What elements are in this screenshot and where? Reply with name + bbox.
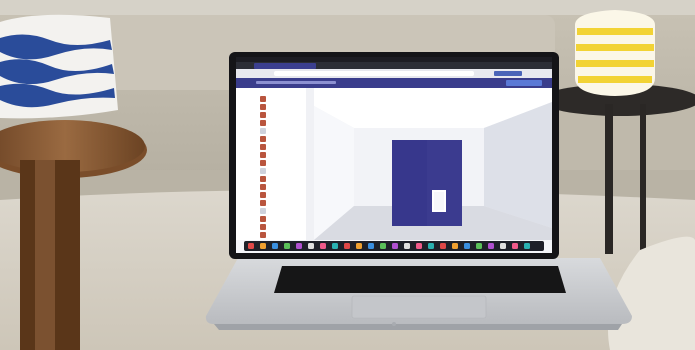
item-thumbnail-icon <box>260 128 266 134</box>
item-thumbnail-icon <box>260 112 266 118</box>
sidebar-item[interactable] <box>240 144 302 150</box>
dock-app-icon[interactable] <box>512 243 518 249</box>
sidebar-item[interactable] <box>240 120 302 126</box>
laptop-base <box>205 258 632 330</box>
dock-app-icon[interactable] <box>488 243 494 249</box>
dock-app-icon[interactable] <box>344 243 350 249</box>
dock-app-icon[interactable] <box>524 243 530 249</box>
dock-app-icon[interactable] <box>356 243 362 249</box>
item-thumbnail-icon <box>260 168 266 174</box>
dock-app-icon[interactable] <box>476 243 482 249</box>
keyboard <box>274 266 566 293</box>
3d-room-viewport[interactable] <box>314 88 552 240</box>
sidebar-item[interactable] <box>240 112 302 118</box>
sidebar-item[interactable] <box>240 160 302 166</box>
item-thumbnail-icon <box>260 232 266 238</box>
dock-app-icon[interactable] <box>308 243 314 249</box>
sidebar-item[interactable] <box>240 96 302 102</box>
sidebar-item[interactable] <box>240 152 302 158</box>
app-header <box>236 78 552 88</box>
dock-app-icon[interactable] <box>320 243 326 249</box>
dock-app-icon[interactable] <box>380 243 386 249</box>
sidebar-item[interactable] <box>240 216 302 222</box>
sidebar-item[interactable] <box>240 184 302 190</box>
dock <box>244 241 544 251</box>
dock-app-icon[interactable] <box>500 243 506 249</box>
laptop-screen <box>236 57 552 253</box>
dock-app-icon[interactable] <box>332 243 338 249</box>
item-thumbnail-icon <box>260 184 266 190</box>
item-thumbnail-icon <box>260 96 266 102</box>
item-thumbnail-icon <box>260 176 266 182</box>
app-breadcrumb <box>256 81 336 84</box>
dock-app-icon[interactable] <box>248 243 254 249</box>
item-thumbnail-icon <box>260 192 266 198</box>
dock-app-icon[interactable] <box>272 243 278 249</box>
sidebar-item[interactable] <box>240 192 302 198</box>
photo-scene <box>0 0 695 350</box>
item-thumbnail-icon <box>260 152 266 158</box>
apple-logo-icon <box>392 322 396 326</box>
sidebar-item[interactable] <box>240 176 302 182</box>
sidebar-item[interactable] <box>240 208 302 214</box>
toolbar-button[interactable] <box>494 71 522 76</box>
dock-app-icon[interactable] <box>428 243 434 249</box>
dock-app-icon[interactable] <box>284 243 290 249</box>
item-sidebar <box>236 88 307 240</box>
browser-tab-bar <box>236 62 552 69</box>
tool-strip <box>306 88 314 240</box>
item-thumbnail-icon <box>260 104 266 110</box>
item-thumbnail-icon <box>260 224 266 230</box>
striped-vase-icon <box>575 10 655 96</box>
dock-app-icon[interactable] <box>464 243 470 249</box>
wave-pillow-icon <box>0 14 118 119</box>
item-thumbnail-icon <box>260 160 266 166</box>
item-thumbnail-icon <box>260 120 266 126</box>
dock-app-icon[interactable] <box>368 243 374 249</box>
item-thumbnail-icon <box>260 216 266 222</box>
browser-toolbar <box>236 69 552 78</box>
item-thumbnail-icon <box>260 208 266 214</box>
dock-app-icon[interactable] <box>452 243 458 249</box>
sidebar-item[interactable] <box>240 168 302 174</box>
address-bar[interactable] <box>274 71 474 76</box>
item-thumbnail-icon <box>260 136 266 142</box>
dock-app-icon[interactable] <box>260 243 266 249</box>
dock-app-icon[interactable] <box>404 243 410 249</box>
item-thumbnail-icon <box>260 144 266 150</box>
sidebar-item[interactable] <box>240 136 302 142</box>
primary-action-button[interactable] <box>506 80 542 86</box>
sidebar-item[interactable] <box>240 200 302 206</box>
sidebar-item[interactable] <box>240 128 302 134</box>
sidebar-item[interactable] <box>240 104 302 110</box>
dock-app-icon[interactable] <box>440 243 446 249</box>
dock-app-icon[interactable] <box>416 243 422 249</box>
dock-app-icon[interactable] <box>392 243 398 249</box>
sidebar-item[interactable] <box>240 224 302 230</box>
item-thumbnail-icon <box>260 200 266 206</box>
dock-app-icon[interactable] <box>296 243 302 249</box>
sidebar-item[interactable] <box>240 232 302 238</box>
